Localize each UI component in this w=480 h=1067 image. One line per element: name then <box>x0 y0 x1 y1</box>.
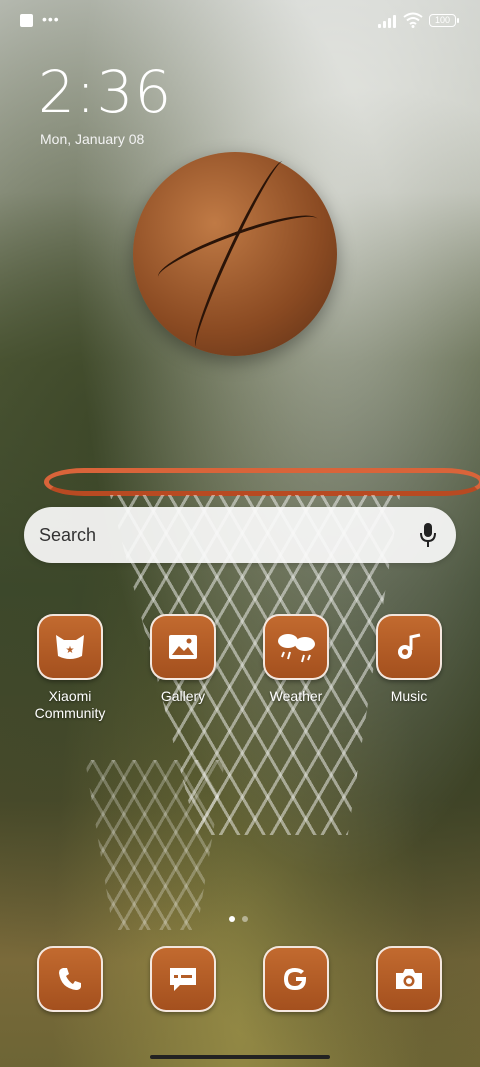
mic-icon[interactable] <box>418 521 438 549</box>
battery-icon: 100 <box>429 14 459 27</box>
app-xiaomi-community[interactable]: ★ Xiaomi Community <box>15 614 125 722</box>
home-gesture-bar[interactable] <box>150 1055 330 1059</box>
phone-icon <box>37 946 103 1012</box>
music-icon <box>376 614 442 680</box>
clock-time[interactable]: 2:36 <box>38 58 172 126</box>
camera-icon <box>376 946 442 1012</box>
app-label: Music <box>390 688 428 704</box>
wifi-icon <box>403 12 423 28</box>
dock-google[interactable] <box>241 946 351 1012</box>
basketball-image <box>133 152 337 356</box>
gallery-icon <box>150 614 216 680</box>
google-icon <box>263 946 329 1012</box>
hoop-rim <box>44 468 480 496</box>
weather-icon <box>263 614 329 680</box>
page-indicator <box>229 909 255 927</box>
search-placeholder: Search <box>39 525 97 545</box>
status-bar: ••• 100 <box>0 0 480 42</box>
app-gallery[interactable]: Gallery <box>128 614 238 705</box>
signal-icon <box>378 14 398 28</box>
search-bar[interactable]: Search <box>24 507 456 563</box>
dock-phone[interactable] <box>15 946 125 1012</box>
svg-text:★: ★ <box>66 645 75 656</box>
notification-icon <box>20 14 33 27</box>
app-label: Weather <box>269 688 323 704</box>
messages-icon <box>150 946 216 1012</box>
app-label: Xiaomi Community <box>34 688 106 721</box>
more-notifications-icon: ••• <box>42 11 60 27</box>
app-weather[interactable]: Weather <box>241 614 351 705</box>
app-music[interactable]: Music <box>354 614 464 705</box>
app-label: Gallery <box>160 688 206 704</box>
dock-camera[interactable] <box>354 946 464 1012</box>
mi-community-icon: ★ <box>37 614 103 680</box>
clock-date[interactable]: Mon, January 08 <box>40 131 144 147</box>
dock-messages[interactable] <box>128 946 238 1012</box>
